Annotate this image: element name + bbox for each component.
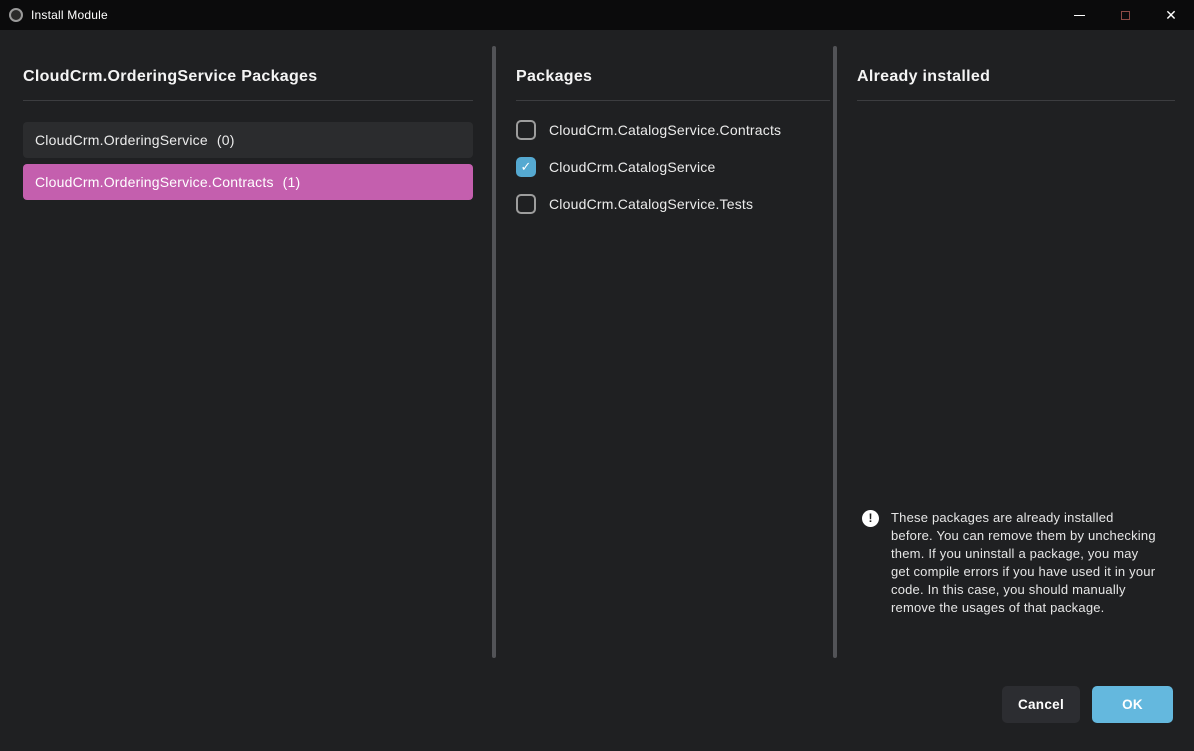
modules-header-rule bbox=[23, 100, 473, 101]
already-installed-header-rule bbox=[857, 100, 1175, 101]
module-item-label: CloudCrm.OrderingService.Contracts bbox=[35, 174, 274, 190]
already-installed-header: Already installed bbox=[857, 66, 1175, 88]
packages-panel-header: Packages bbox=[516, 66, 830, 88]
already-installed-panel: Already installed bbox=[857, 66, 1175, 101]
package-label: CloudCrm.CatalogService.Tests bbox=[549, 196, 753, 212]
window-controls: ✕ bbox=[1056, 0, 1194, 30]
modules-panel-header: CloudCrm.OrderingService Packages bbox=[23, 66, 473, 88]
packages-header-rule bbox=[516, 100, 830, 101]
module-item-label: CloudCrm.OrderingService bbox=[35, 132, 208, 148]
package-label: CloudCrm.CatalogService bbox=[549, 159, 715, 175]
minimize-icon bbox=[1074, 15, 1085, 16]
module-list: CloudCrm.OrderingService (0) CloudCrm.Or… bbox=[23, 122, 473, 200]
package-row-catalogservice[interactable]: ✓ CloudCrm.CatalogService bbox=[516, 157, 830, 177]
packages-panel: Packages CloudCrm.CatalogService.Contrac… bbox=[516, 66, 830, 231]
info-note-text: These packages are already installed bef… bbox=[891, 509, 1159, 617]
module-item-orderingservice-contracts[interactable]: CloudCrm.OrderingService.Contracts (1) bbox=[23, 164, 473, 200]
package-row-catalogservice-tests[interactable]: CloudCrm.CatalogService.Tests bbox=[516, 194, 830, 214]
ok-button[interactable]: OK bbox=[1092, 686, 1173, 723]
checkbox-unchecked-icon[interactable] bbox=[516, 120, 536, 140]
module-item-count: (1) bbox=[283, 174, 301, 190]
maximize-icon bbox=[1121, 11, 1130, 20]
titlebar: Install Module ✕ bbox=[0, 0, 1194, 30]
column-divider-left bbox=[492, 46, 496, 658]
package-row-catalogservice-contracts[interactable]: CloudCrm.CatalogService.Contracts bbox=[516, 120, 830, 140]
minimize-button[interactable] bbox=[1056, 0, 1102, 30]
module-item-orderingservice[interactable]: CloudCrm.OrderingService (0) bbox=[23, 122, 473, 158]
info-note: ! These packages are already installed b… bbox=[862, 509, 1164, 617]
checkbox-unchecked-icon[interactable] bbox=[516, 194, 536, 214]
package-label: CloudCrm.CatalogService.Contracts bbox=[549, 122, 781, 138]
close-icon: ✕ bbox=[1165, 8, 1177, 22]
checkbox-checked-icon[interactable]: ✓ bbox=[516, 157, 536, 177]
package-list: CloudCrm.CatalogService.Contracts ✓ Clou… bbox=[516, 120, 830, 214]
info-icon: ! bbox=[862, 510, 879, 527]
modules-panel: CloudCrm.OrderingService Packages CloudC… bbox=[23, 66, 473, 206]
module-item-count: (0) bbox=[217, 132, 235, 148]
close-button[interactable]: ✕ bbox=[1148, 0, 1194, 30]
cancel-button[interactable]: Cancel bbox=[1002, 686, 1080, 723]
app-logo-icon bbox=[9, 8, 23, 22]
window-title: Install Module bbox=[31, 8, 108, 22]
column-divider-right bbox=[833, 46, 837, 658]
maximize-button[interactable] bbox=[1102, 0, 1148, 30]
